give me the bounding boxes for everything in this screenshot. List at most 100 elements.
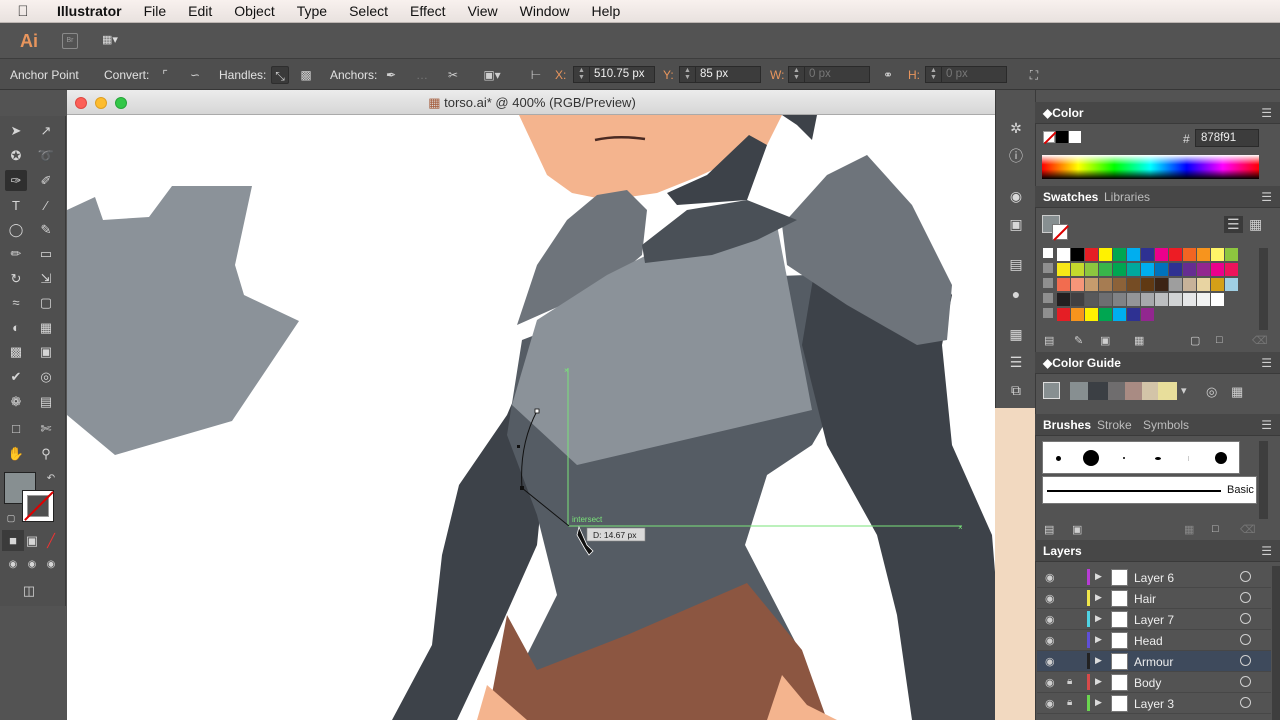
visibility-eye-icon[interactable]: ◉: [1045, 613, 1055, 626]
brush-presets[interactable]: [1042, 441, 1240, 474]
expand-triangle-icon[interactable]: ▶: [1095, 655, 1102, 666]
expand-triangle-icon[interactable]: ▶: [1095, 697, 1102, 708]
hex-input[interactable]: 878f91: [1195, 129, 1259, 147]
menu-window[interactable]: Window: [509, 3, 581, 19]
black-color-chip[interactable]: [1056, 131, 1068, 143]
layers-tab[interactable]: Layers: [1041, 540, 1084, 562]
draw-inside-icon[interactable]: ◉: [40, 554, 62, 575]
visibility-eye-icon[interactable]: ◉: [1045, 571, 1055, 584]
color-swatch[interactable]: [1071, 263, 1084, 276]
eraser-tool-icon[interactable]: ▭: [35, 243, 57, 264]
color-swatch[interactable]: [1169, 248, 1182, 261]
color-swatch[interactable]: [1183, 248, 1196, 261]
grid-view-icon[interactable]: ▦: [1249, 216, 1262, 233]
target-circle-icon[interactable]: [1240, 697, 1251, 708]
ellipse-tool-icon[interactable]: ◯: [5, 219, 27, 240]
pen-tool-icon[interactable]: ✑: [5, 170, 27, 191]
remove-anchor-icon[interactable]: ✒: [382, 66, 400, 84]
swatches-tab[interactable]: Swatches: [1041, 186, 1100, 208]
magic-wand-tool-icon[interactable]: ✪: [5, 145, 27, 166]
constrain-link-icon[interactable]: ⚭: [879, 66, 897, 84]
target-circle-icon[interactable]: [1240, 655, 1251, 666]
type-tool-icon[interactable]: T: [5, 195, 27, 216]
show-handles-icon[interactable]: ⤡: [271, 66, 289, 84]
menu-object[interactable]: Object: [223, 3, 285, 19]
symbols-tab[interactable]: Symbols: [1141, 414, 1191, 436]
lock-icon[interactable]: 🔒︎: [1067, 676, 1072, 687]
color-swatch[interactable]: [1141, 308, 1154, 321]
perspective-grid-tool-icon[interactable]: ▦: [35, 317, 57, 338]
free-transform-tool-icon[interactable]: ▢: [35, 292, 57, 313]
color-panel-tab[interactable]: ◆Color: [1041, 102, 1086, 124]
symbol-sprayer-tool-icon[interactable]: ❁: [5, 391, 27, 412]
color-swatch[interactable]: [1085, 308, 1098, 321]
brush-dot-faint[interactable]: [1188, 456, 1189, 461]
color-swatch[interactable]: [1071, 278, 1084, 291]
color-swatch[interactable]: [1127, 308, 1140, 321]
direct-selection-tool-icon[interactable]: ↗: [35, 120, 57, 141]
color-swatch[interactable]: [1183, 278, 1196, 291]
color-swatch[interactable]: [1085, 263, 1098, 276]
color-swatch[interactable]: [1085, 278, 1098, 291]
harmony-colors[interactable]: [1070, 382, 1177, 400]
add-to-library-icon[interactable]: ✎: [1074, 334, 1083, 347]
graph-tool-icon[interactable]: ▤: [35, 391, 57, 412]
convert-corner-icon[interactable]: ⌜: [156, 66, 174, 84]
white-color-chip[interactable]: [1069, 131, 1081, 143]
bridge-button[interactable]: Br: [62, 33, 78, 49]
remove-stroke-brush-icon[interactable]: ▦: [1184, 523, 1194, 536]
artboard-tool-icon[interactable]: □: [5, 418, 27, 439]
swap-fill-stroke-icon[interactable]: ↶: [40, 468, 62, 489]
hide-handles-icon[interactable]: ▩: [297, 66, 315, 84]
align-panel-icon[interactable]: ☰: [1006, 352, 1026, 372]
appearance-icon[interactable]: ✲: [1006, 118, 1026, 138]
graphic-styles-icon[interactable]: ●: [1006, 284, 1026, 304]
color-swatch[interactable]: [1085, 248, 1098, 261]
visibility-eye-icon[interactable]: ◉: [1045, 697, 1055, 710]
color-swatch[interactable]: [1197, 248, 1210, 261]
color-swatch[interactable]: [1099, 263, 1112, 276]
new-brush-icon[interactable]: □: [1212, 523, 1219, 535]
color-spectrum[interactable]: [1042, 155, 1259, 179]
none-mode-icon[interactable]: ╱: [40, 530, 62, 551]
eyedropper-tool-icon[interactable]: ✔: [5, 366, 27, 387]
color-swatch[interactable]: [1155, 293, 1168, 306]
hand-tool-icon[interactable]: ✋: [5, 443, 27, 464]
mesh-tool-icon[interactable]: ▩: [5, 341, 27, 362]
artwork[interactable]: × × intersect D: 14.67 px: [67, 115, 995, 720]
layer-row[interactable]: ◉ 🔒︎ ▶ Layer 3: [1037, 693, 1271, 714]
expand-triangle-icon[interactable]: ▶: [1095, 634, 1102, 645]
color-swatch[interactable]: [1113, 293, 1126, 306]
swatch-options-icon[interactable]: ▦: [1134, 334, 1144, 347]
color-swatch[interactable]: [1197, 278, 1210, 291]
none-color-icon[interactable]: [1043, 131, 1057, 144]
color-swatch[interactable]: [1225, 248, 1238, 261]
menu-help[interactable]: Help: [580, 3, 631, 19]
color-swatch[interactable]: [1113, 308, 1126, 321]
zoom-window-button[interactable]: [115, 97, 127, 109]
menu-select[interactable]: Select: [338, 3, 399, 19]
brush-dot-tiny[interactable]: [1123, 457, 1125, 459]
brush-libraries-icon[interactable]: ▣: [1072, 523, 1082, 536]
visibility-eye-icon[interactable]: ◉: [1045, 676, 1055, 689]
layer-name[interactable]: Layer 3: [1134, 697, 1174, 711]
h-value[interactable]: 0 px: [946, 68, 968, 80]
edit-colors-icon[interactable]: ◎: [1206, 384, 1217, 400]
cut-path-icon[interactable]: ✂: [444, 66, 462, 84]
blend-tool-icon[interactable]: ◎: [35, 366, 57, 387]
layer-row[interactable]: ◉ ▶ Head: [1037, 630, 1271, 651]
swatch-library-icon[interactable]: ▤: [1044, 334, 1054, 347]
align-icon[interactable]: ⊢: [527, 66, 545, 84]
color-swatch[interactable]: [1127, 278, 1140, 291]
color-swatch[interactable]: [1211, 263, 1224, 276]
stroke-swatch[interactable]: [22, 490, 54, 522]
brushes-scrollbar[interactable]: [1259, 441, 1268, 519]
y-field[interactable]: ▲ ▼ 85 px: [679, 66, 761, 83]
color-swatch[interactable]: [1099, 278, 1112, 291]
color-swatch[interactable]: [1155, 248, 1168, 261]
scale-tool-icon[interactable]: ⇲: [35, 268, 57, 289]
close-window-button[interactable]: [75, 97, 87, 109]
brush-library-icon[interactable]: ▤: [1044, 523, 1054, 536]
color-swatch[interactable]: [1141, 293, 1154, 306]
minimize-window-button[interactable]: [95, 97, 107, 109]
